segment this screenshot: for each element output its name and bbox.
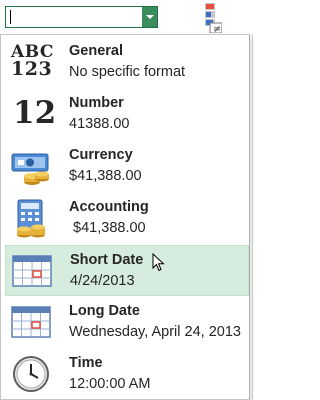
format-name: Short Date	[70, 252, 144, 268]
text-caret	[10, 10, 11, 24]
format-name: Currency	[69, 147, 133, 163]
format-name: Number	[69, 95, 124, 111]
number-format-combo[interactable]	[5, 6, 158, 28]
abc-123-icon: ABC 123	[11, 42, 54, 80]
format-example: 4/24/2013	[70, 273, 135, 289]
format-option-number[interactable]: 12 Number 41388.00	[5, 89, 249, 140]
accounting-icon	[17, 199, 45, 238]
format-name: Accounting	[69, 199, 149, 215]
clock-icon	[13, 356, 49, 392]
number-format-dropdown: ABC 123 General No specific format 12 Num…	[0, 34, 250, 400]
calendar-icon	[11, 306, 51, 338]
format-option-currency[interactable]: Currency $41,388.00	[5, 141, 249, 192]
format-example: $41,388.00	[69, 168, 142, 184]
format-example: Wednesday, April 24, 2013	[69, 324, 241, 340]
svg-text:≠: ≠	[213, 24, 221, 33]
format-name: Time	[69, 355, 103, 371]
format-example: $41,388.00	[69, 220, 146, 236]
format-option-general[interactable]: ABC 123 General No specific format	[5, 37, 249, 88]
format-option-short-date[interactable]: Short Date 4/24/2013	[5, 245, 249, 296]
number-format-bar: ≠	[0, 0, 258, 34]
format-option-time[interactable]: Time 12:00:00 AM	[5, 349, 249, 400]
conditional-formatting-icon[interactable]: ≠	[200, 3, 222, 33]
format-example: 12:00:00 AM	[69, 376, 151, 392]
currency-icon	[11, 153, 49, 185]
format-example: 41388.00	[69, 116, 130, 132]
chevron-down-icon[interactable]	[142, 7, 157, 27]
format-example: No specific format	[69, 64, 186, 80]
format-name: General	[69, 43, 123, 59]
format-name: Long Date	[69, 303, 140, 319]
number-12-icon: 12	[13, 95, 57, 131]
format-option-accounting[interactable]: Accounting $41,388.00	[5, 193, 249, 244]
format-option-long-date[interactable]: Long Date Wednesday, April 24, 2013	[5, 297, 249, 348]
mouse-pointer-icon	[152, 253, 165, 272]
calendar-icon	[12, 255, 52, 287]
